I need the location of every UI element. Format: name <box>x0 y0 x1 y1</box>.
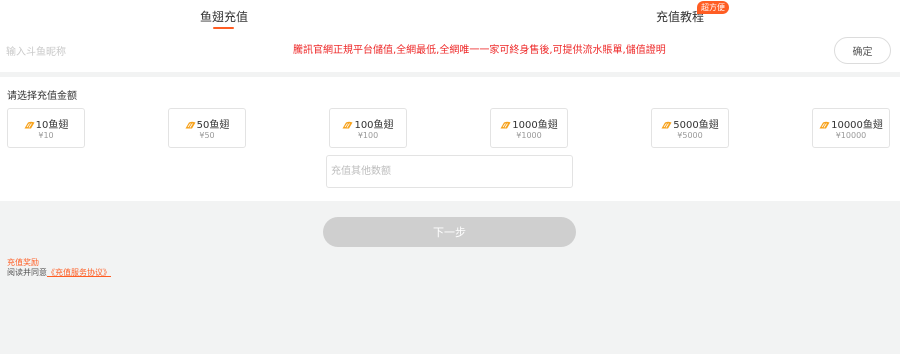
nickname-row: 騰訊官網正規平台儲值,全網最低,全網唯一一家可終身售後,可提供流水賬單,儲值證明… <box>0 30 900 72</box>
agreement-link[interactable]: 《充值服务协议》 <box>47 268 111 277</box>
amount-option-title: 1000鱼翅 <box>512 120 558 131</box>
fin-coin-icon <box>661 121 672 129</box>
amount-option-price: ¥100 <box>357 131 379 140</box>
amount-option-10[interactable]: 10鱼翅 ¥10 <box>7 108 85 148</box>
fin-coin-icon <box>24 121 35 129</box>
amount-option-price: ¥50 <box>199 131 215 140</box>
amount-option-1000[interactable]: 1000鱼翅 ¥1000 <box>490 108 568 148</box>
amount-option-price: ¥10000 <box>835 131 867 140</box>
amount-option-50[interactable]: 50鱼翅 ¥50 <box>168 108 246 148</box>
confirm-button[interactable]: 确定 <box>834 37 891 64</box>
amount-option-title: 50鱼翅 <box>196 120 230 131</box>
fin-coin-icon <box>185 121 196 129</box>
amount-option-title: 100鱼翅 <box>354 120 394 131</box>
next-step-button[interactable]: 下一步 <box>323 217 576 247</box>
amount-option-price: ¥1000 <box>516 131 542 140</box>
fin-coin-icon <box>500 121 511 129</box>
tab-recharge[interactable]: 鱼翅充值 <box>200 8 248 25</box>
amount-option-title: 5000鱼翅 <box>673 120 719 131</box>
tutorial-badge: 超方便 <box>697 1 729 14</box>
amount-option-price: ¥10 <box>38 131 54 140</box>
amount-option-5000[interactable]: 5000鱼翅 ¥5000 <box>651 108 729 148</box>
amount-option-10000[interactable]: 10000鱼翅 ¥10000 <box>812 108 890 148</box>
amount-label: 请选择充值金额 <box>7 91 77 102</box>
amount-option-100[interactable]: 100鱼翅 ¥100 <box>329 108 407 148</box>
amount-option-title: 10000鱼翅 <box>831 120 883 131</box>
agreement-prefix: 阅读并同意 <box>7 268 47 277</box>
active-tab-indicator <box>213 27 234 29</box>
notice-text: 騰訊官網正規平台儲值,全網最低,全網唯一一家可終身售後,可提供流水賬單,儲值證明 <box>293 45 666 56</box>
tab-bar: 鱼翅充值 充值教程 超方便 <box>0 0 900 30</box>
amount-option-title: 10鱼翅 <box>35 120 69 131</box>
nickname-input[interactable] <box>6 44 206 60</box>
fin-coin-icon <box>819 121 830 129</box>
amount-section: 请选择充值金额 10鱼翅 ¥10 50鱼翅 ¥50 100鱼翅 ¥100 100… <box>0 77 900 201</box>
fin-coin-icon <box>342 121 353 129</box>
agreement-text: 阅读并同意《充值服务协议》 <box>7 267 111 278</box>
amount-option-price: ¥5000 <box>677 131 703 140</box>
other-amount-input[interactable] <box>326 155 573 188</box>
